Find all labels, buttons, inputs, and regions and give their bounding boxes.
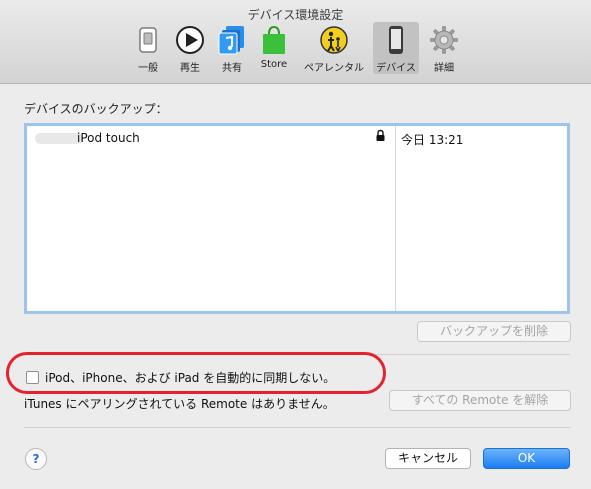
tab-sharing-label: 共有 <box>222 63 242 74</box>
preferences-window: デバイス環境設定 一般 再生 共有 Store ペアレンタル デバイス 詳細 デ… <box>0 0 591 489</box>
tab-playback-label: 再生 <box>180 63 200 74</box>
tab-devices[interactable]: デバイス <box>373 22 419 74</box>
backup-device-name[interactable]: iPod touch <box>35 131 140 145</box>
delete-backup-button[interactable]: バックアップを削除 <box>417 321 571 342</box>
tab-store[interactable]: Store <box>251 24 297 70</box>
tab-devices-label: デバイス <box>376 63 416 74</box>
tab-general[interactable]: 一般 <box>125 24 171 74</box>
tab-playback[interactable]: 再生 <box>167 24 213 74</box>
backup-list[interactable]: iPod touch 今日 13:21 <box>24 123 570 314</box>
tab-store-label: Store <box>260 59 288 70</box>
column-divider <box>395 126 396 311</box>
shopping-bag-icon <box>263 25 285 54</box>
parental-icon <box>320 26 348 54</box>
tab-sharing[interactable]: 共有 <box>209 24 255 74</box>
highlight-annotation <box>6 352 386 394</box>
redacted-device-owner <box>35 133 83 144</box>
help-button[interactable]: ? <box>25 448 47 470</box>
lock-icon <box>376 129 385 141</box>
gear-icon <box>430 26 458 54</box>
unpair-remotes-button[interactable]: すべての Remote を解除 <box>389 390 571 411</box>
ok-button[interactable]: OK <box>483 448 570 469</box>
backup-section-title: デバイスのバックアップ： <box>24 102 168 116</box>
tab-advanced[interactable]: 詳細 <box>421 24 467 74</box>
divider-bottom <box>24 427 570 428</box>
tab-advanced-label: 詳細 <box>434 63 454 74</box>
play-icon <box>176 26 204 54</box>
backup-date: 今日 13:21 <box>401 133 464 147</box>
window-title: デバイス環境設定 <box>247 8 344 22</box>
backup-device-label: iPod touch <box>77 131 140 145</box>
tab-general-label: 一般 <box>138 63 158 74</box>
switch-icon <box>139 27 157 53</box>
music-share-icon <box>218 26 244 55</box>
device-icon <box>389 26 403 54</box>
remote-status-text: iTunes にペアリングされている Remote はありません。 <box>24 397 335 411</box>
tab-parental-label: ペアレンタル <box>304 63 364 74</box>
cancel-button[interactable]: キャンセル <box>385 448 471 469</box>
tab-parental[interactable]: ペアレンタル <box>303 24 365 74</box>
toolbar: デバイス環境設定 一般 再生 共有 Store ペアレンタル デバイス 詳細 <box>0 0 591 84</box>
